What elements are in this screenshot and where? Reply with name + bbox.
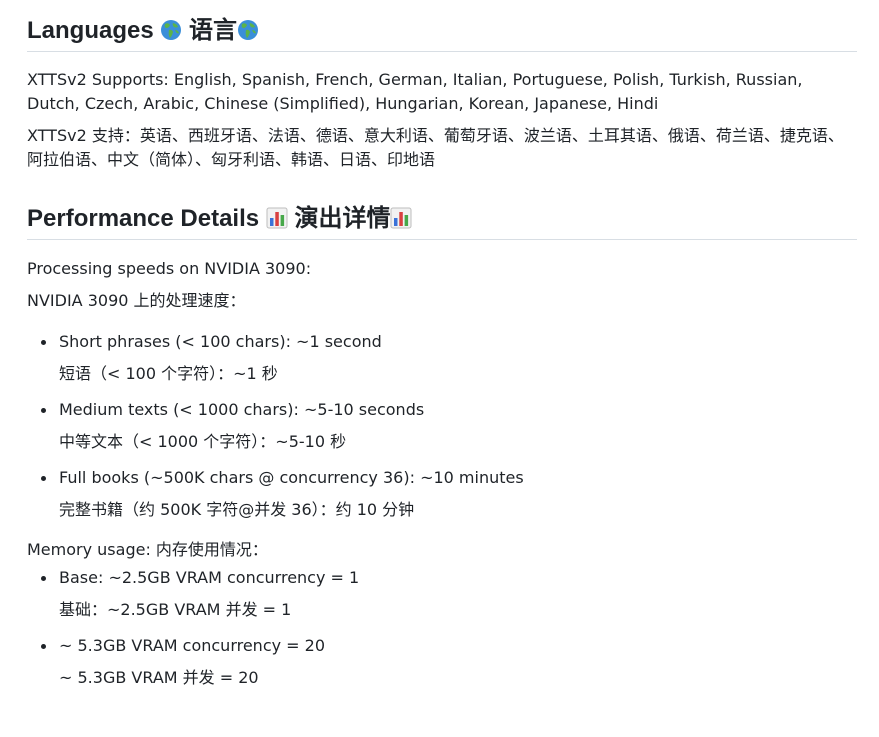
languages-heading-zh: 语言 (189, 17, 238, 44)
list-item: Short phrases (< 100 chars): ~1 second 短… (27, 330, 857, 386)
supports-paragraph-zh: XTTSv2 支持：英语、西班牙语、法语、德语、意大利语、葡萄牙语、波兰语、土耳… (27, 126, 844, 169)
list-item-zh: ~ 5.3GB VRAM 并发 = 20 (59, 668, 259, 687)
languages-heading: Languages 语言 (27, 0, 857, 52)
list-item: Full books (~500K chars @ concurrency 36… (27, 466, 857, 522)
performance-heading: Performance Details 演出详情 (27, 204, 857, 240)
bullet-dot (41, 340, 46, 345)
performance-heading-en: Performance Details (27, 205, 260, 232)
memory-usage-label: Memory usage: 内存使用情况： (27, 540, 268, 559)
speed-list: Short phrases (< 100 chars): ~1 second 短… (27, 330, 857, 522)
list-item: ~ 5.3GB VRAM concurrency = 20 ~ 5.3GB VR… (27, 634, 857, 690)
list-item: Base: ~2.5GB VRAM concurrency = 1 基础：~2.… (27, 566, 857, 622)
globe-icon (237, 19, 259, 41)
languages-heading-en: Languages (27, 17, 154, 44)
bar-chart-icon (266, 207, 288, 229)
bullet-dot (41, 576, 46, 581)
memory-list: Base: ~2.5GB VRAM concurrency = 1 基础：~2.… (27, 566, 857, 690)
list-item-zh: 基础：~2.5GB VRAM 并发 = 1 (59, 600, 292, 619)
markdown-document: Languages 语言 XTTSv2 Supports: English, S… (0, 0, 879, 737)
list-item-zh: 短语（< 100 个字符）：~1 秒 (59, 364, 278, 383)
processing-speeds-en: Processing speeds on NVIDIA 3090: (27, 259, 312, 278)
list-item-en: Short phrases (< 100 chars): ~1 second (59, 332, 382, 351)
document-body: Languages 语言 XTTSv2 Supports: English, S… (27, 0, 857, 690)
list-item-zh: 中等文本（< 1000 个字符）：~5-10 秒 (59, 432, 347, 451)
bullet-dot (41, 476, 46, 481)
list-item-en: Full books (~500K chars @ concurrency 36… (59, 468, 524, 487)
list-item-en: Medium texts (< 1000 chars): ~5-10 secon… (59, 400, 425, 419)
list-item: Medium texts (< 1000 chars): ~5-10 secon… (27, 398, 857, 454)
list-item-zh: 完整书籍（约 500K 字符@并发 36）：约 10 分钟 (59, 500, 415, 519)
globe-icon (160, 19, 182, 41)
bar-chart-icon (390, 207, 412, 229)
performance-heading-zh: 演出详情 (294, 205, 391, 232)
supports-paragraph-en: XTTSv2 Supports: English, Spanish, Frenc… (27, 70, 803, 113)
bullet-dot (41, 644, 46, 649)
list-item-en: Base: ~2.5GB VRAM concurrency = 1 (59, 568, 360, 587)
list-item-en: ~ 5.3GB VRAM concurrency = 20 (59, 636, 326, 655)
processing-speeds-zh: NVIDIA 3090 上的处理速度： (27, 291, 246, 310)
bullet-dot (41, 408, 46, 413)
